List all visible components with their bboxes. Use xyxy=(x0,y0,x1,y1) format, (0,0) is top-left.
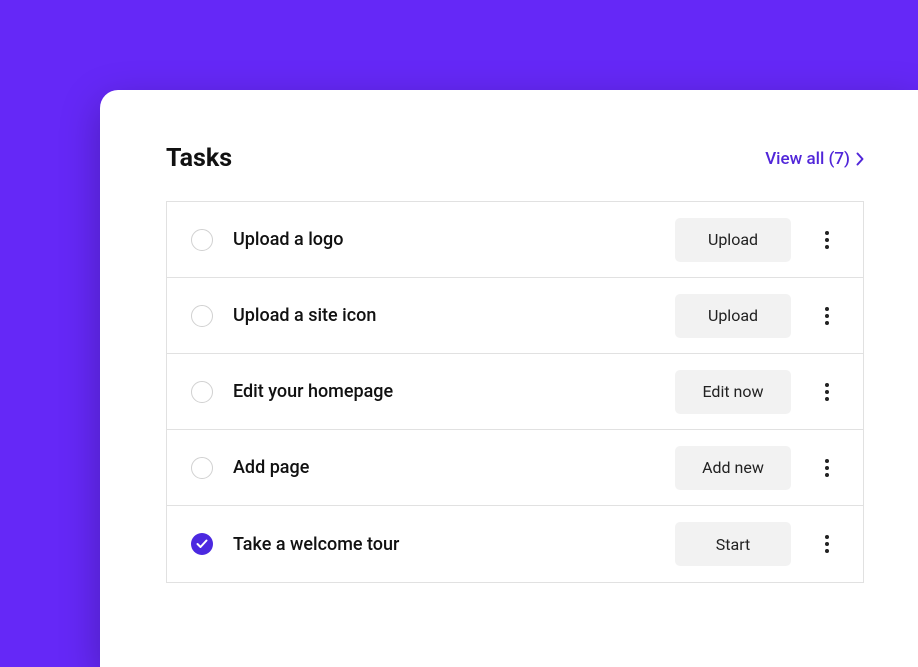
chevron-right-icon xyxy=(856,152,864,166)
more-button[interactable] xyxy=(815,446,839,490)
more-button[interactable] xyxy=(815,522,839,566)
task-label: Upload a logo xyxy=(233,229,675,250)
more-button[interactable] xyxy=(815,218,839,262)
task-label: Upload a site icon xyxy=(233,305,675,326)
more-button[interactable] xyxy=(815,370,839,414)
task-label: Take a welcome tour xyxy=(233,534,675,555)
task-status-incomplete-icon[interactable] xyxy=(191,381,213,403)
task-status-incomplete-icon[interactable] xyxy=(191,305,213,327)
task-list: Upload a logo Upload Upload a site icon … xyxy=(166,201,864,583)
more-vertical-icon xyxy=(825,535,829,553)
checkmark-icon xyxy=(196,539,208,549)
task-row: Upload a logo Upload xyxy=(167,202,863,278)
task-row: Add page Add new xyxy=(167,430,863,506)
edit-now-button[interactable]: Edit now xyxy=(675,370,791,414)
task-row: Upload a site icon Upload xyxy=(167,278,863,354)
task-status-complete-icon[interactable] xyxy=(191,533,213,555)
tasks-card: Tasks View all (7) Upload a logo Upload … xyxy=(100,90,918,667)
tasks-title: Tasks xyxy=(166,144,232,173)
upload-button[interactable]: Upload xyxy=(675,218,791,262)
tasks-header: Tasks View all (7) xyxy=(166,144,864,173)
task-row: Edit your homepage Edit now xyxy=(167,354,863,430)
view-all-label: View all (7) xyxy=(765,149,850,169)
task-label: Edit your homepage xyxy=(233,381,675,402)
more-button[interactable] xyxy=(815,294,839,338)
more-vertical-icon xyxy=(825,307,829,325)
task-status-incomplete-icon[interactable] xyxy=(191,457,213,479)
view-all-link[interactable]: View all (7) xyxy=(765,149,864,169)
more-vertical-icon xyxy=(825,383,829,401)
upload-button[interactable]: Upload xyxy=(675,294,791,338)
task-label: Add page xyxy=(233,457,675,478)
more-vertical-icon xyxy=(825,459,829,477)
task-row: Take a welcome tour Start xyxy=(167,506,863,582)
add-new-button[interactable]: Add new xyxy=(675,446,791,490)
more-vertical-icon xyxy=(825,231,829,249)
start-button[interactable]: Start xyxy=(675,522,791,566)
task-status-incomplete-icon[interactable] xyxy=(191,229,213,251)
